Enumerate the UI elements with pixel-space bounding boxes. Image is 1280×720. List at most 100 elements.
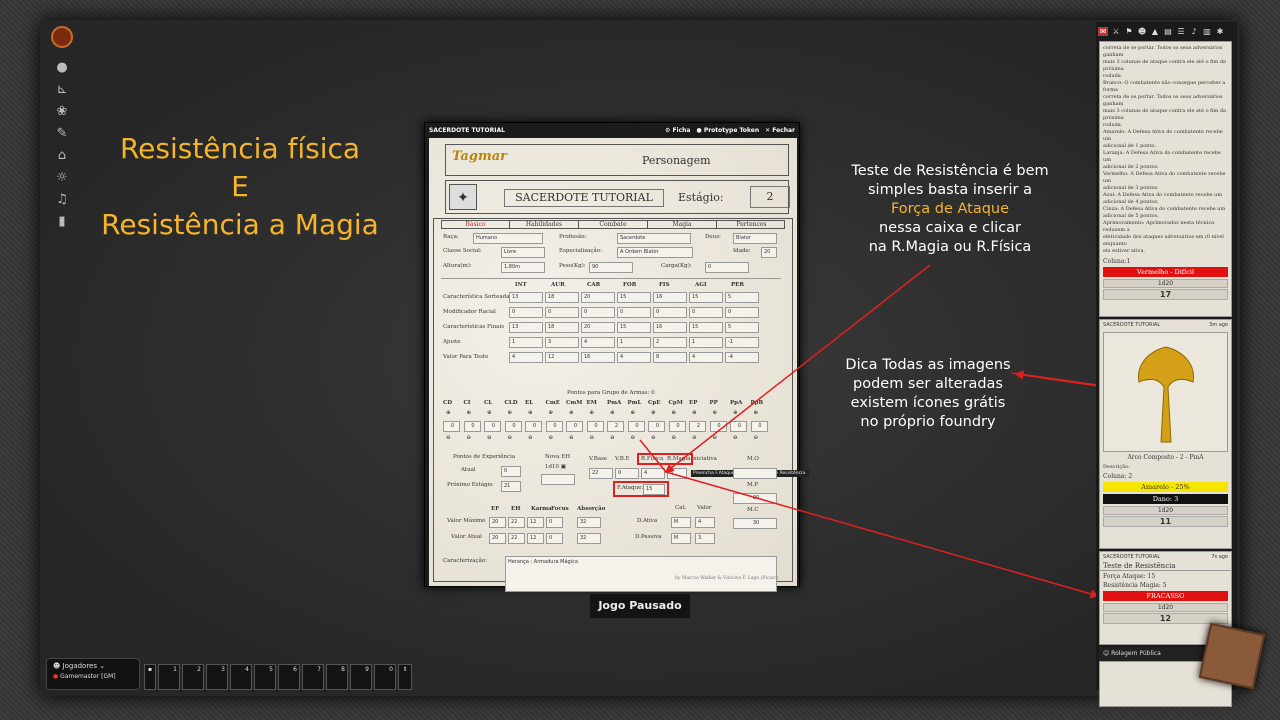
increment-icon[interactable]: ⊕ [672,410,677,416]
attr-value-field[interactable]: 20 [581,322,615,333]
pool-value-field[interactable]: 32 [577,533,601,544]
pool-value-field[interactable]: 20 [489,533,506,544]
dativa-cat[interactable]: M [671,517,691,528]
vbe-field[interactable]: 0 [615,468,639,479]
attr-value-field[interactable]: 15 [617,292,651,303]
pool-value-field[interactable]: 0 [546,517,563,528]
dpassiva-cat[interactable]: M [671,533,691,544]
dice-icon[interactable]: ▣ [561,464,566,470]
item-image[interactable] [1103,332,1228,452]
vbase-field[interactable]: 22 [589,468,613,479]
attr-value-field[interactable]: 0 [581,307,615,318]
pool-value-field[interactable]: 22 [508,517,525,528]
attr-value-field[interactable]: 15 [617,322,651,333]
tables-tab-icon[interactable]: ☰ [1176,27,1186,36]
attr-value-field[interactable]: 4 [581,337,615,348]
dativa-valor[interactable]: 4 [695,517,715,528]
attr-value-field[interactable]: 20 [581,292,615,303]
hotbar-slot-5[interactable]: 5 [254,664,276,690]
increment-icon[interactable]: ⊕ [508,410,513,416]
walls-icon[interactable]: ⌂ [54,148,70,164]
increment-icon[interactable]: ⊕ [446,410,451,416]
raca-field[interactable]: Humano [473,233,543,244]
attr-value-field[interactable]: 0 [617,307,651,318]
measure-icon[interactable]: ⊾ [54,82,70,98]
combat-tab-icon[interactable]: ⚔ [1111,27,1121,36]
attr-value-field[interactable]: 13 [509,322,543,333]
attr-value-field[interactable]: 4 [509,352,543,363]
window-header[interactable]: SACERDOTE TUTORIAL ⚙ Ficha ● Prototype T… [425,123,799,137]
attr-value-field[interactable]: 3 [545,337,579,348]
hotbar-page-arrows[interactable]: ⇕ [398,664,412,690]
fatq-field[interactable]: 15 [643,484,665,495]
nova-eh-roll[interactable]: 1d10 ▣ [545,464,566,470]
decrement-icon[interactable]: ⊖ [651,435,656,441]
hotbar-lock-icon[interactable]: ▪ [144,664,156,690]
tab-magia[interactable]: Magia [648,221,717,228]
decrement-icon[interactable]: ⊖ [569,435,574,441]
pool-value-field[interactable]: 32 [577,517,601,528]
hotbar-slot-9[interactable]: 9 [350,664,372,690]
increment-icon[interactable]: ⊕ [569,410,574,416]
nova-eh-field[interactable] [541,474,575,485]
weapon-group-value[interactable]: 0 [648,421,665,432]
roll-formula[interactable]: 1d20 [1103,279,1228,288]
exp-proximo-field[interactable]: 21 [501,481,521,492]
increment-icon[interactable]: ⊕ [487,410,492,416]
scenes-tab-icon[interactable]: ⚑ [1124,27,1134,36]
attr-value-field[interactable]: 4 [617,352,651,363]
players-panel[interactable]: ☻ Jogadores ⌄ ● Gamemaster [GM] [46,658,140,690]
hotbar-slot-0[interactable]: 0 [374,664,396,690]
estagio-field[interactable]: 2 [750,186,790,208]
attr-value-field[interactable]: 5 [725,292,759,303]
dpassiva-valor[interactable]: 3 [695,533,715,544]
attr-value-field[interactable]: 1 [509,337,543,348]
increment-icon[interactable]: ⊕ [754,410,759,416]
decrement-icon[interactable]: ⊖ [733,435,738,441]
mp-field[interactable]: 20 [733,493,777,504]
attr-value-field[interactable]: 5 [725,322,759,333]
increment-icon[interactable]: ⊕ [651,410,656,416]
attr-value-field[interactable]: 4 [689,352,723,363]
classe-field[interactable]: Livre [501,247,545,258]
mo-field[interactable] [733,468,777,479]
weapon-group-value[interactable]: 2 [607,421,624,432]
roll-formula[interactable]: 1d20 [1103,603,1228,612]
decrement-icon[interactable]: ⊖ [692,435,697,441]
journal-tab-icon[interactable]: ▤ [1163,27,1173,36]
attr-value-field[interactable]: 13 [509,292,543,303]
items-tab-icon[interactable]: ▲ [1150,27,1160,36]
decrement-icon[interactable]: ⊖ [487,435,492,441]
increment-icon[interactable]: ⊕ [692,410,697,416]
weapon-group-value[interactable]: 0 [463,421,481,432]
hotbar-slot-6[interactable]: 6 [278,664,300,690]
playlists-tab-icon[interactable]: ♪ [1189,27,1199,36]
decrement-icon[interactable]: ⊖ [590,435,595,441]
increment-icon[interactable]: ⊕ [713,410,718,416]
decrement-icon[interactable]: ⊖ [610,435,615,441]
character-name-field[interactable]: SACERDOTE TUTORIAL [504,189,664,207]
mc-field[interactable]: 30 [733,518,777,529]
attr-value-field[interactable]: 18 [545,292,579,303]
increment-icon[interactable]: ⊕ [733,410,738,416]
decrement-icon[interactable]: ⊖ [528,435,533,441]
tab-pertences[interactable]: Pertences [717,221,786,228]
roll-total[interactable]: 17 [1103,289,1228,300]
roll-formula[interactable]: 1d20 [1103,506,1228,515]
weapon-group-value[interactable]: 0 [443,421,460,432]
increment-icon[interactable]: ⊕ [631,410,636,416]
tab-combate[interactable]: Combate [579,221,648,228]
weapon-group-value[interactable]: 0 [545,421,563,432]
tiles-icon[interactable]: ❀ [54,104,70,120]
rmagia-field[interactable]: 5 [667,468,687,479]
especializacao-select[interactable]: A Ordem Blator [617,247,693,258]
pool-value-field[interactable]: 20 [489,517,506,528]
attr-value-field[interactable]: 0 [653,307,687,318]
profissao-field[interactable]: Sacerdote [617,233,691,244]
attr-value-field[interactable]: 18 [545,322,579,333]
weapon-group-value[interactable]: 0 [730,421,747,432]
attr-value-field[interactable]: 12 [545,352,579,363]
weapon-group-value[interactable]: 0 [627,421,645,432]
foundry-logo[interactable] [51,26,73,48]
weapon-group-value[interactable]: 0 [525,421,542,432]
